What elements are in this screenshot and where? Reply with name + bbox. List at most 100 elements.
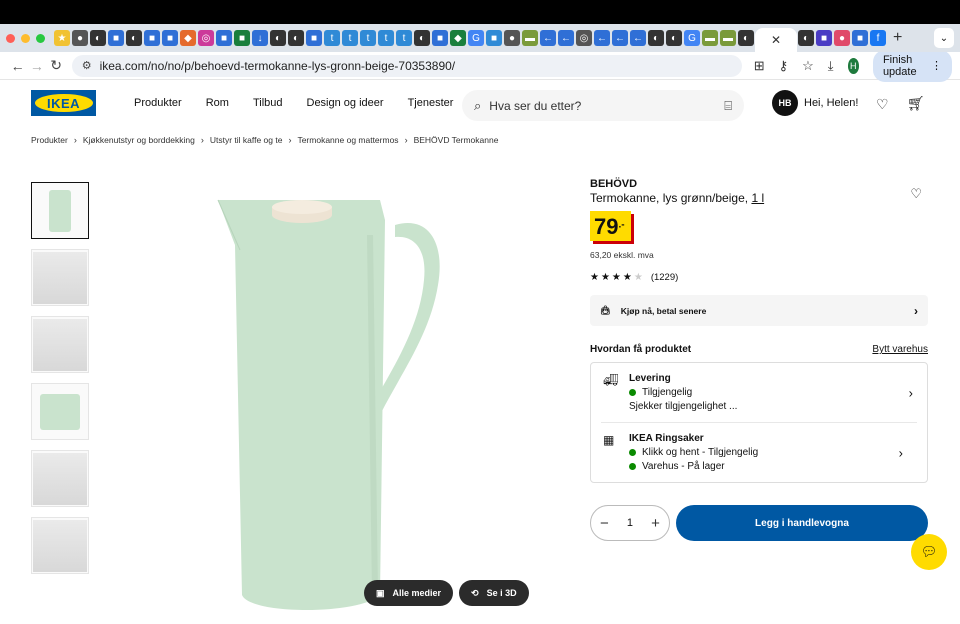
plus-icon[interactable]: +: [651, 515, 660, 532]
breadcrumb-item[interactable]: Kjøkkenutstyr og borddekking: [83, 135, 195, 145]
tab-favicon[interactable]: ◐: [270, 30, 286, 46]
tab-favicon[interactable]: ■: [144, 30, 160, 46]
tab-favicon[interactable]: ◐: [90, 30, 106, 46]
rating-count[interactable]: (1229): [651, 272, 678, 283]
shopping-cart-icon[interactable]: 🛒︎: [907, 95, 925, 112]
thumbnail-image[interactable]: [31, 249, 89, 306]
tab-favicon[interactable]: ←: [540, 30, 556, 46]
thumbnail-image[interactable]: [31, 182, 89, 239]
tab-favicon[interactable]: ◐: [738, 30, 754, 46]
buy-now-pay-later-banner[interactable]: 👜︎ Kjøp nå, betal senere ›: [590, 295, 928, 326]
site-info-icon[interactable]: ⚙: [82, 59, 92, 72]
search-input[interactable]: ⌕ Hva ser du etter? ⌸: [462, 90, 744, 121]
finish-update-button[interactable]: Finish update ⋮: [872, 49, 953, 82]
minimize-window-button[interactable]: [21, 33, 30, 43]
tab-favicon[interactable]: ■: [486, 30, 502, 46]
translate-icon[interactable]: ⊞: [754, 58, 765, 74]
password-key-icon[interactable]: ⚷: [779, 58, 789, 74]
tab-favicon[interactable]: ◐: [126, 30, 142, 46]
close-window-button[interactable]: [6, 33, 15, 43]
tab-favicon[interactable]: ■: [306, 30, 322, 46]
tab-favicon[interactable]: ■: [108, 30, 124, 46]
tab-favicon[interactable]: ▬: [702, 30, 718, 46]
download-icon[interactable]: ⤓: [828, 58, 834, 74]
favorite-heart-icon[interactable]: ♡: [910, 186, 922, 202]
tab-favicon[interactable]: ■: [852, 30, 868, 46]
close-tab-icon[interactable]: ✕: [771, 33, 781, 47]
user-avatar[interactable]: HB: [772, 90, 798, 116]
new-tab-plus-icon[interactable]: +: [893, 29, 902, 47]
tab-favicon[interactable]: ■: [234, 30, 250, 46]
tab-favicon[interactable]: t: [342, 30, 358, 46]
nav-item-design-og-ideer[interactable]: Design og ideer: [307, 97, 384, 109]
thumbnail-image[interactable]: [31, 517, 89, 574]
product-size-link[interactable]: 1 l: [751, 191, 764, 205]
tab-favicon[interactable]: ←: [630, 30, 646, 46]
tab-favicon[interactable]: ◎: [576, 30, 592, 46]
tab-favicon[interactable]: t: [396, 30, 412, 46]
tab-favicon[interactable]: ↓: [252, 30, 268, 46]
tab-favicon[interactable]: ■: [816, 30, 832, 46]
delivery-row[interactable]: 🚚︎ Levering Tilgjengelig Sjekker tilgjen…: [591, 363, 927, 422]
tab-favicon[interactable]: ◐: [648, 30, 664, 46]
maximize-window-button[interactable]: [36, 33, 45, 43]
camera-icon[interactable]: ⌸: [724, 98, 732, 114]
rating[interactable]: ★★★★★ (1229): [590, 272, 928, 283]
tab-favicon[interactable]: ▬: [522, 30, 538, 46]
profile-avatar[interactable]: H: [847, 57, 859, 74]
breadcrumb-item[interactable]: Termokanne og mattermos: [297, 135, 398, 145]
quantity-stepper[interactable]: − 1 +: [590, 505, 670, 541]
view-3d-button[interactable]: ⟲ Se i 3D: [459, 580, 529, 606]
breadcrumb-item[interactable]: Produkter: [31, 135, 68, 145]
tab-favicon[interactable]: ←: [594, 30, 610, 46]
reload-icon[interactable]: ↻: [46, 57, 65, 74]
nav-item-produkter[interactable]: Produkter: [134, 97, 182, 109]
tab-favicon[interactable]: ◆: [180, 30, 196, 46]
all-media-button[interactable]: ▣ Alle medier: [364, 580, 454, 606]
tab-favicon[interactable]: ▬: [720, 30, 736, 46]
change-store-link[interactable]: Bytt varehus: [872, 344, 928, 355]
breadcrumb-item[interactable]: Utstyr til kaffe og te: [210, 135, 283, 145]
thumbnail-image[interactable]: [31, 316, 89, 373]
store-row[interactable]: ▦ IKEA Ringsaker Klikk og hent - Tilgjen…: [601, 422, 917, 482]
tab-favicon[interactable]: t: [378, 30, 394, 46]
ikea-logo[interactable]: IKEA: [31, 90, 96, 116]
tab-favicon[interactable]: ●: [72, 30, 88, 46]
active-tab[interactable]: ✕: [755, 28, 797, 52]
tab-favicon[interactable]: ←: [612, 30, 628, 46]
tab-search-chevron-icon[interactable]: ⌄: [934, 28, 954, 48]
minus-icon[interactable]: −: [600, 515, 609, 532]
tab-favicon[interactable]: ■: [432, 30, 448, 46]
tab-favicon[interactable]: ■: [216, 30, 232, 46]
nav-item-tjenester[interactable]: Tjenester: [408, 97, 454, 109]
thumbnail-image[interactable]: [31, 450, 89, 507]
forward-arrow-icon[interactable]: →: [27, 58, 46, 74]
tab-favicon[interactable]: ◐: [288, 30, 304, 46]
tab-favicon[interactable]: ◆: [450, 30, 466, 46]
tab-favicon[interactable]: t: [324, 30, 340, 46]
back-arrow-icon[interactable]: ←: [8, 58, 27, 74]
thumbnail-image[interactable]: [31, 383, 89, 440]
tab-favicon[interactable]: ★: [54, 30, 70, 46]
url-text[interactable]: ikea.com/no/no/p/behoevd-termokanne-lys-…: [100, 59, 456, 73]
url-field[interactable]: ⚙ ikea.com/no/no/p/behoevd-termokanne-ly…: [71, 54, 742, 77]
tab-favicon[interactable]: t: [360, 30, 376, 46]
tab-favicon[interactable]: G: [684, 30, 700, 46]
tab-favicon[interactable]: G: [468, 30, 484, 46]
add-to-cart-button[interactable]: Legg i handlevogna: [676, 505, 928, 541]
product-image[interactable]: [180, 175, 540, 615]
user-greeting[interactable]: Hei, Helen!: [804, 97, 858, 109]
nav-item-rom[interactable]: Rom: [206, 97, 229, 109]
tab-favicon[interactable]: ←: [558, 30, 574, 46]
user-menu[interactable]: HB Hei, Helen!: [772, 90, 858, 116]
tab-favicon[interactable]: ●: [504, 30, 520, 46]
tab-favicon[interactable]: ■: [162, 30, 178, 46]
tab-favicon[interactable]: ◎: [198, 30, 214, 46]
favorites-heart-icon[interactable]: ♡: [876, 96, 889, 113]
tab-favicon[interactable]: ◐: [414, 30, 430, 46]
tab-favicon[interactable]: ◐: [798, 30, 814, 46]
tab-favicon[interactable]: ●: [834, 30, 850, 46]
chat-bubble-icon[interactable]: 💬︎: [911, 534, 947, 570]
nav-item-tilbud[interactable]: Tilbud: [253, 97, 283, 109]
bookmark-star-icon[interactable]: ☆: [802, 58, 814, 74]
